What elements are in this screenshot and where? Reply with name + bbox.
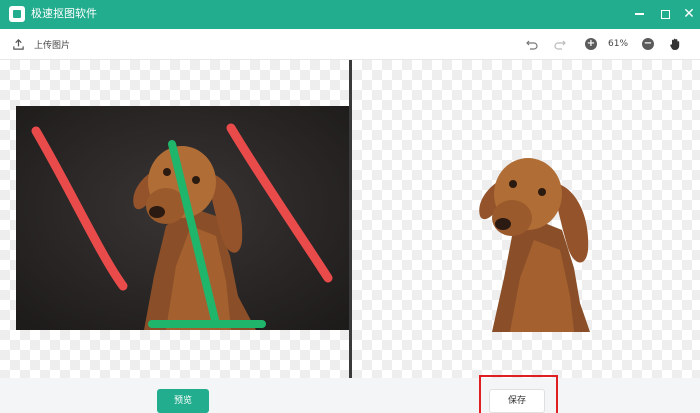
result-preview-panel[interactable] <box>352 60 700 378</box>
app-title: 极速抠图软件 <box>31 7 97 20</box>
zoom-in-icon[interactable]: + <box>584 37 598 51</box>
hand-icon[interactable] <box>668 37 682 51</box>
footer-bar: 预览 保存 <box>0 375 700 413</box>
original-image-panel[interactable] <box>0 60 349 378</box>
preview-button[interactable]: 预览 <box>157 389 209 413</box>
zoom-out-icon[interactable]: − <box>641 37 655 51</box>
original-photo[interactable] <box>16 106 349 330</box>
toolbar: 上传图片 + 61% − <box>0 29 700 60</box>
title-bar: 极速抠图软件 ✕ <box>0 0 700 29</box>
minimize-button[interactable] <box>631 6 647 22</box>
upload-image-button[interactable]: 上传图片 <box>12 36 70 52</box>
undo-icon[interactable] <box>525 37 539 51</box>
cutout-dog-image[interactable] <box>462 138 592 332</box>
upload-image-label: 上传图片 <box>34 40 71 51</box>
zoom-level: 61% <box>608 39 629 49</box>
redo-icon[interactable] <box>553 37 567 51</box>
maximize-button[interactable] <box>657 6 673 22</box>
save-button[interactable]: 保存 <box>489 389 545 413</box>
upload-icon <box>13 38 24 50</box>
close-button[interactable]: ✕ <box>681 6 697 22</box>
app-logo-icon <box>9 6 25 22</box>
